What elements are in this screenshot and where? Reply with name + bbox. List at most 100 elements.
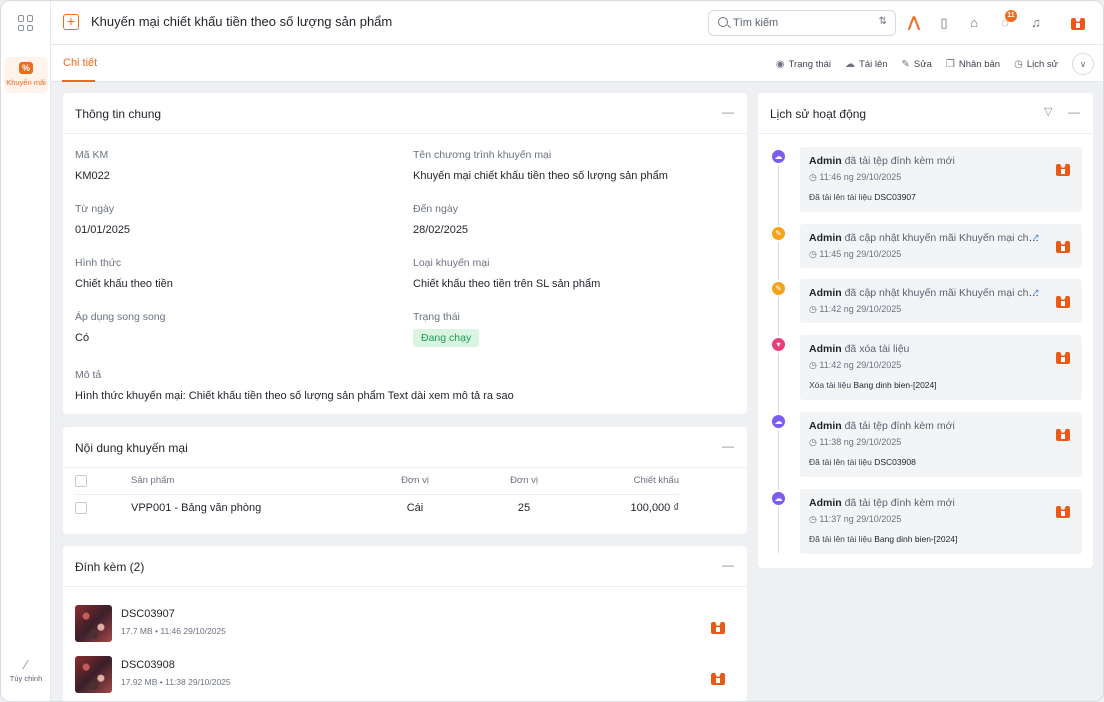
brand-logo-icon[interactable]: ⋀ [904,13,924,33]
pencil-icon: ✎ [901,58,910,70]
activity-user: Admin [809,497,842,509]
name-value: Khuyến mại chiết khấu tiền theo số lượng… [413,170,668,182]
row-checkbox[interactable] [75,502,87,515]
promotion-content-header: Nội dung khuyến mại — [63,427,747,468]
search-icon [718,17,728,27]
select-all-checkbox[interactable] [75,474,87,487]
chevron-down-icon[interactable]: ∨ [1072,53,1094,75]
bell-icon[interactable]: ♫ [1026,13,1046,33]
col-discount: Chiết khấu [581,468,679,495]
notification-badge: 11 [1005,10,1017,22]
activity-item[interactable]: Admin đã cập nhật khuyến mãi Khuyến mại … [800,279,1082,323]
general-info-card: Thông tin chung — Mã KM KM022 Tên chương… [63,93,747,414]
app-grid-icon[interactable] [18,15,34,31]
form-value: Chiết khấu theo tiền [75,278,173,290]
chat-icon[interactable]: ◌ 11 [995,10,1017,33]
attachment-time: 11:38 29/10/2025 [165,677,231,687]
activity-item[interactable]: Admin đã tải tệp đính kèm mới ◷ 11:46 ng… [800,147,1082,212]
bookmark-icon[interactable]: ▯ [934,13,954,33]
activity-item[interactable]: Admin đã cập nhật khuyến mãi Khuyến mại … [800,224,1082,268]
edit-action[interactable]: ✎ Sửa [902,59,932,70]
col-product: Sản phẩm [131,468,363,495]
status-label: Trạng thái [413,311,460,323]
action-toolbar: ◉ Trạng thái ☁ Tải lên ✎ Sửa ❐ Nhân bản ◷ Lịc… [776,53,1094,75]
activity-action: đã tải tệp đính kèm mới [844,155,955,167]
activity-item[interactable]: Admin đã tải tệp đính kèm mới ◷ 11:37 ng… [800,489,1082,554]
row-select-cell [75,494,131,522]
external-link-icon[interactable]: ↗ [1032,232,1040,243]
upload-icon: ☁ [770,148,787,165]
search-input[interactable] [733,15,863,31]
attachment-name: DSC03908 [121,659,175,671]
activity-time: ◷ 11:42 ng 29/10/2025 [809,304,902,314]
card-title: Thông tin chung [75,107,162,121]
activity-detail: Đã tải lên tài liệu DSC03907 [809,192,916,202]
activity-text: Admin đã cập nhật khuyến mãi Khuyến mại … [809,287,1039,299]
product-table: Sản phẩm Đơn vị Đơn vị Chiết khấu VPP001… [75,468,679,522]
attachment-thumbnail [75,656,112,693]
external-link-icon[interactable]: ↗ [1032,287,1040,298]
upload-action[interactable]: ☁ Tải lên [845,59,888,70]
attachments-header: Đính kèm (2) — [63,546,747,587]
attachment-name: DSC03907 [121,608,175,620]
attachment-item[interactable]: DSC03908 17.92 MB • 11:38 29/10/2025 [75,656,725,696]
status-action[interactable]: ◉ Trạng thái [776,59,831,70]
attachment-thumbnail [75,605,112,642]
activity-time-text: 11:42 ng 29/10/2025 [819,360,902,370]
tab-bar: Chi tiết ◉ Trạng thái ☁ Tải lên ✎ Sửa ❐ Nhân… [51,45,1103,82]
home-icon[interactable]: ⌂ [964,13,984,33]
description-value: Hình thức khuyến mại: Chiết khấu tiền th… [75,390,514,402]
activity-action: đã cập nhật khuyến mãi Khuyến mại chi... [844,232,1039,244]
activity-text: Admin đã tải tệp đính kèm mới [809,155,1039,167]
sort-icon[interactable]: ⇅ [879,16,887,27]
status-action-label: Trạng thái [788,58,832,70]
status-icon: ◉ [775,58,785,70]
collapse-icon[interactable]: — [1068,105,1080,119]
activity-user: Admin [809,155,842,167]
history-action[interactable]: ◷ Lịch sử [1014,59,1058,70]
attachment-meta: 17.92 MB • 11:38 29/10/2025 [121,677,231,687]
tab-detail[interactable]: Chi tiết [63,57,97,69]
activity-time: ◷ 11:46 ng 29/10/2025 [809,172,902,182]
select-all-cell [75,468,131,495]
collapse-icon[interactable]: — [722,439,734,453]
activity-time-text: 11:37 ng 29/10/2025 [819,514,902,524]
filter-icon[interactable]: ▽ [1044,105,1053,118]
type-label: Loại khuyến mại [413,257,490,269]
from-date-label: Từ ngày [75,203,115,215]
trash-icon: ▾ [770,336,787,353]
table-row[interactable]: VPP001 - Bảng văn phòng Cái 25 100,000 ₫ [75,494,679,522]
activity-user: Admin [809,232,842,244]
activity-text: Admin đã tải tệp đính kèm mới [809,497,1039,509]
user-avatar[interactable] [1068,13,1088,33]
activity-action: đã xóa tài liệu [844,343,910,355]
detail-prefix: Đã tải lên tài liệu [809,457,872,467]
activity-avatar-icon [1056,350,1070,364]
activity-item[interactable]: Admin đã tải tệp đính kèm mới ◷ 11:38 ng… [800,412,1082,477]
activity-detail: Đã tải lên tài liệu Bang dinh bien-[2024… [809,534,957,544]
history-action-label: Lịch sử [1026,58,1058,70]
collapse-icon[interactable]: — [722,558,734,572]
duplicate-action[interactable]: ❐ Nhân bản [946,59,1000,70]
attachment-item[interactable]: DSC03907 17.7 MB • 11:46 29/10/2025 [75,605,725,645]
attachment-owner-icon[interactable] [711,620,725,634]
module-promotion[interactable]: % Khuyến mãi [4,57,48,93]
attachments-card: Đính kèm (2) — DSC03907 17.7 MB • 11:46 … [63,546,747,701]
activity-text: Admin đã cập nhật khuyến mãi Khuyến mại … [809,232,1039,244]
attachment-owner-icon[interactable] [711,671,725,685]
status-badge: Đang chạy [413,329,480,347]
edit-icon: ✎ [770,280,787,297]
search-box[interactable]: ⇅ [708,10,896,36]
module-label: Khuyến mãi [6,78,46,87]
attachment-size: 17.92 MB [121,677,158,687]
activity-action: đã cập nhật khuyến mãi Khuyến mại chi... [844,287,1039,299]
activity-time: ◷ 11:45 ng 29/10/2025 [809,249,902,259]
col-unit-2: Đơn vị [467,468,581,495]
activity-time: ◷ 11:42 ng 29/10/2025 [809,360,902,370]
collapse-icon[interactable]: — [722,105,734,119]
parallel-label: Áp dụng song song [75,311,166,323]
customize-button[interactable]: ⁄ Tùy chỉnh [4,657,48,684]
add-button[interactable]: + [63,14,79,30]
activity-item[interactable]: Admin đã xóa tài liệu ◷ 11:42 ng 29/10/2… [800,335,1082,400]
table-header-row: Sản phẩm Đơn vị Đơn vị Chiết khấu [75,468,679,495]
